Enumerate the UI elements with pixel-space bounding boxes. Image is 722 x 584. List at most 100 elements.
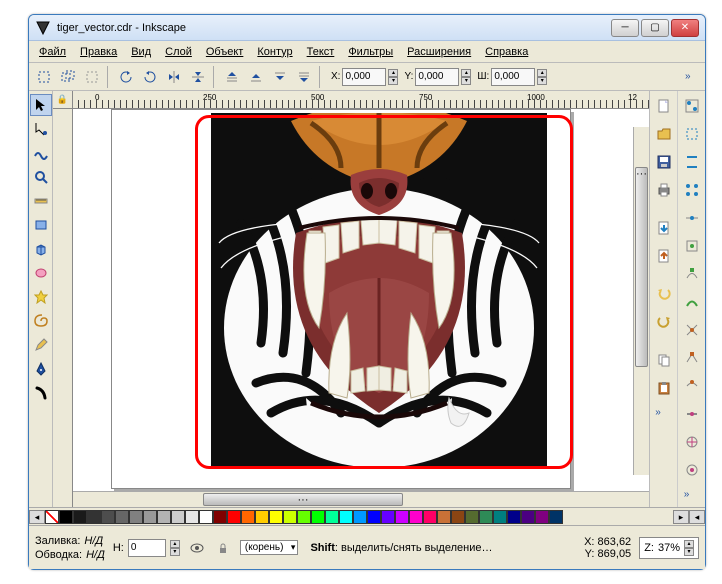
layer-visibility-toggle[interactable]	[188, 539, 206, 557]
rotate-cw-button[interactable]	[139, 66, 161, 88]
swatch[interactable]	[325, 510, 339, 524]
palette-menu[interactable]: ◂	[689, 510, 705, 524]
snap-rotation-button[interactable]	[680, 458, 704, 482]
zoom-value[interactable]: 37%	[658, 542, 680, 554]
scrollbar-v-thumb[interactable]: ···	[635, 167, 648, 367]
menu-filters[interactable]: Фильтры	[342, 44, 399, 60]
select-all-button[interactable]	[33, 66, 55, 88]
palette-scroll-right[interactable]: ▸	[673, 510, 689, 524]
x-input[interactable]	[342, 68, 386, 86]
snap-overflow[interactable]: »	[678, 489, 694, 500]
menu-file[interactable]: Файл	[33, 44, 72, 60]
undo-button[interactable]	[652, 282, 676, 306]
menu-layer[interactable]: Слой	[159, 44, 198, 60]
swatch[interactable]	[353, 510, 367, 524]
menu-extensions[interactable]: Расширения	[401, 44, 477, 60]
selector-tool[interactable]	[30, 94, 52, 116]
zoom-spin-up[interactable]: ▴	[684, 540, 694, 548]
snap-button[interactable]	[680, 94, 704, 118]
menu-path[interactable]: Контур	[251, 44, 298, 60]
palette-scroll-left[interactable]: ◂	[29, 510, 45, 524]
swatch[interactable]	[73, 510, 87, 524]
raise-top-button[interactable]	[221, 66, 243, 88]
swatch[interactable]	[283, 510, 297, 524]
swatch[interactable]	[157, 510, 171, 524]
y-spin-up[interactable]: ▴	[461, 69, 471, 77]
raise-button[interactable]	[245, 66, 267, 88]
swatch[interactable]	[381, 510, 395, 524]
opacity-input[interactable]	[128, 539, 166, 557]
lower-button[interactable]	[269, 66, 291, 88]
snap-cusp-button[interactable]	[680, 346, 704, 370]
menu-text[interactable]: Текст	[301, 44, 341, 60]
save-button[interactable]	[652, 150, 676, 174]
copy-button[interactable]	[652, 348, 676, 372]
calligraphy-tool[interactable]	[30, 382, 52, 404]
commands-overflow[interactable]: »	[650, 407, 666, 418]
rotate-ccw-button[interactable]	[115, 66, 137, 88]
swatch[interactable]	[227, 510, 241, 524]
ruler-origin[interactable]: 🔒	[53, 91, 73, 109]
menu-object[interactable]: Объект	[200, 44, 249, 60]
swatch[interactable]	[269, 510, 283, 524]
export-button[interactable]	[652, 244, 676, 268]
select-all-layers-button[interactable]	[57, 66, 79, 88]
snap-line-mid-button[interactable]	[680, 402, 704, 426]
scrollbar-vertical[interactable]: ···	[633, 127, 649, 475]
ruler-vertical[interactable]	[53, 109, 73, 507]
swatch[interactable]	[479, 510, 493, 524]
snap-center-button[interactable]	[680, 234, 704, 258]
swatch[interactable]	[185, 510, 199, 524]
snap-bbox-button[interactable]	[680, 122, 704, 146]
snap-corner-button[interactable]	[680, 178, 704, 202]
swatch[interactable]	[241, 510, 255, 524]
swatch[interactable]	[115, 510, 129, 524]
swatch[interactable]	[297, 510, 311, 524]
swatch[interactable]	[535, 510, 549, 524]
swatch[interactable]	[339, 510, 353, 524]
titlebar[interactable]: tiger_vector.cdr - Inkscape ─ ▢ ✕	[29, 15, 705, 41]
snap-intersect-button[interactable]	[680, 318, 704, 342]
snap-smooth-button[interactable]	[680, 374, 704, 398]
ellipse-tool[interactable]	[30, 262, 52, 284]
redo-button[interactable]	[652, 310, 676, 334]
paste-button[interactable]	[652, 376, 676, 400]
w-input[interactable]	[491, 68, 535, 86]
swatch[interactable]	[367, 510, 381, 524]
tweak-tool[interactable]	[30, 142, 52, 164]
minimize-button[interactable]: ─	[611, 19, 639, 37]
node-tool[interactable]	[30, 118, 52, 140]
swatch[interactable]	[129, 510, 143, 524]
swatch[interactable]	[521, 510, 535, 524]
menu-edit[interactable]: Правка	[74, 44, 123, 60]
new-doc-button[interactable]	[652, 94, 676, 118]
swatch[interactable]	[143, 510, 157, 524]
lower-bottom-button[interactable]	[293, 66, 315, 88]
zoom-spin-down[interactable]: ▾	[684, 548, 694, 556]
snap-object-center-button[interactable]	[680, 430, 704, 454]
measure-tool[interactable]	[30, 190, 52, 212]
layer-lock-toggle[interactable]	[214, 539, 232, 557]
scrollbar-h-thumb[interactable]: ···	[203, 493, 403, 506]
ruler-horizontal[interactable]: 0 250 500 750 1000 12	[73, 91, 649, 109]
import-button[interactable]	[652, 216, 676, 240]
w-spin-up[interactable]: ▴	[537, 69, 547, 77]
3dbox-tool[interactable]	[30, 238, 52, 260]
menu-help[interactable]: Справка	[479, 44, 534, 60]
print-button[interactable]	[652, 178, 676, 202]
scrollbar-horizontal[interactable]: ···	[73, 491, 649, 507]
x-spin-down[interactable]: ▾	[388, 77, 398, 85]
swatch[interactable]	[451, 510, 465, 524]
swatch[interactable]	[59, 510, 73, 524]
snap-path-button[interactable]	[680, 290, 704, 314]
spiral-tool[interactable]	[30, 310, 52, 332]
swatch[interactable]	[311, 510, 325, 524]
flip-h-button[interactable]	[163, 66, 185, 88]
pen-tool[interactable]	[30, 358, 52, 380]
swatch[interactable]	[507, 510, 521, 524]
flip-v-button[interactable]	[187, 66, 209, 88]
snap-edge-button[interactable]	[680, 150, 704, 174]
swatch-none[interactable]	[45, 510, 59, 524]
canvas[interactable]: ···	[73, 109, 649, 491]
opacity-spin-up[interactable]: ▴	[170, 540, 180, 548]
